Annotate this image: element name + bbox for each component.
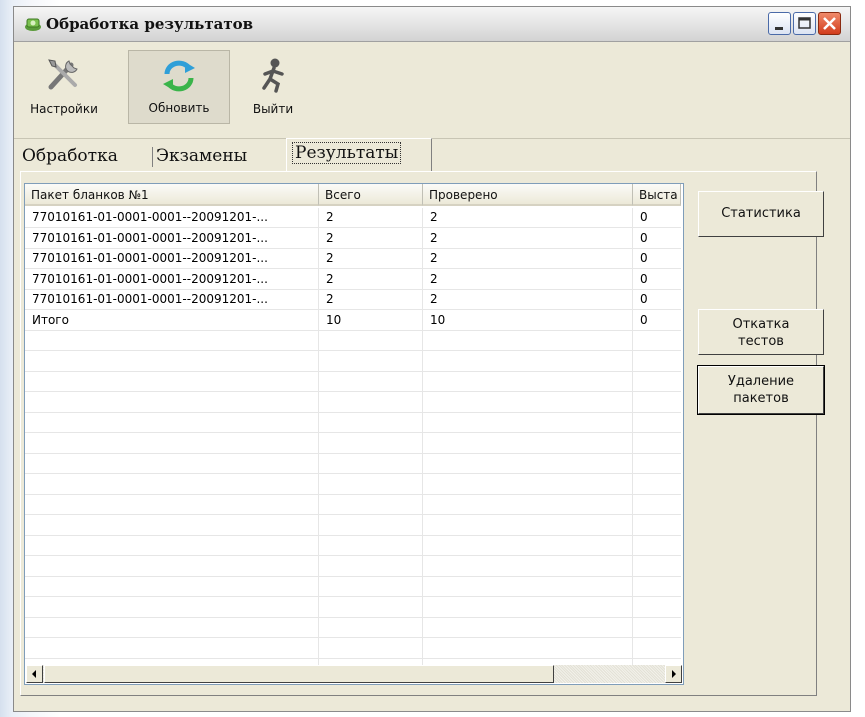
tab-exams[interactable]: Экзамены: [156, 143, 286, 171]
table-cell: 77010161-01-0001-0001--20091201-...: [32, 251, 268, 265]
column-header-checked[interactable]: Проверено: [423, 184, 633, 206]
arrow-left-icon: [32, 670, 36, 678]
table-cell: 0: [640, 210, 648, 224]
table-cell: 2: [430, 210, 438, 224]
scroll-left-button[interactable]: [26, 665, 43, 683]
table-cell: 2: [326, 251, 334, 265]
empty-table-row[interactable]: [25, 331, 681, 351]
empty-table-row[interactable]: [25, 618, 681, 638]
empty-table-row[interactable]: [25, 352, 681, 372]
column-header-package[interactable]: Пакет бланков №1: [25, 184, 319, 206]
scrollbar-thumb[interactable]: [44, 665, 554, 683]
table-cell: 77010161-01-0001-0001--20091201-...: [32, 271, 268, 286]
empty-table-row[interactable]: [25, 495, 681, 515]
tools-icon: [48, 59, 78, 90]
exit-button[interactable]: Выйти: [238, 50, 308, 124]
empty-table-row[interactable]: [25, 434, 681, 454]
statistics-button[interactable]: Статистика: [698, 191, 824, 237]
settings-button[interactable]: Настройки: [18, 50, 110, 124]
refresh-label: Обновить: [148, 101, 210, 115]
table-cell: 0: [640, 230, 648, 245]
table-cell: 2: [326, 271, 334, 286]
table-cell: 2: [430, 292, 438, 306]
minimize-icon: [775, 27, 783, 30]
empty-table-row[interactable]: [25, 454, 681, 474]
table-cell: 2: [326, 292, 334, 306]
empty-table-row[interactable]: [25, 516, 681, 536]
exit-label: Выйти: [252, 102, 294, 116]
maximize-button[interactable]: [793, 12, 816, 35]
table-cell: 77010161-01-0001-0001--20091201-...: [32, 230, 268, 245]
table-cell: 10: [326, 312, 342, 327]
table-row[interactable]: 77010161-01-0001-0001--20091201-... 2 2 0: [25, 290, 681, 310]
horizontal-scrollbar[interactable]: [26, 665, 682, 683]
table-cell: 77010161-01-0001-0001--20091201-...: [32, 292, 268, 306]
minimize-button[interactable]: [768, 12, 791, 35]
tab-results[interactable]: Результаты: [286, 138, 432, 171]
empty-table-row[interactable]: [25, 372, 681, 392]
settings-label: Настройки: [30, 102, 98, 116]
table-cell: 10: [430, 312, 446, 327]
table-row[interactable]: 77010161-01-0001-0001--20091201-... 2 2 0: [25, 270, 681, 290]
empty-table-row[interactable]: [25, 557, 681, 577]
empty-table-row[interactable]: [25, 393, 681, 413]
scroll-right-button[interactable]: [665, 665, 682, 683]
running-man-icon: [262, 58, 284, 93]
table-row[interactable]: 77010161-01-0001-0001--20091201-... 2 2 0: [25, 249, 681, 269]
table-cell: 0: [640, 312, 648, 327]
arrow-right-icon: [672, 670, 676, 678]
tab-results-label: Результаты: [292, 142, 402, 164]
column-header-total[interactable]: Всего: [319, 184, 423, 206]
close-icon: [823, 17, 836, 30]
close-button[interactable]: [818, 12, 841, 35]
table-row[interactable]: 77010161-01-0001-0001--20091201-... 2 2 0: [25, 208, 681, 228]
results-table[interactable]: Пакет бланков №1 Всего Проверено Выста 7…: [24, 183, 684, 685]
empty-table-row[interactable]: [25, 413, 681, 433]
table-cell: 0: [640, 292, 648, 306]
window-title: Обработка результатов: [46, 15, 254, 33]
table-cell: 2: [430, 271, 438, 286]
app-icon: [25, 18, 41, 31]
table-row[interactable]: Итого 10 10 0: [25, 311, 681, 331]
empty-table-row[interactable]: [25, 536, 681, 556]
tab-processing[interactable]: Обработка: [22, 143, 152, 171]
title-bar[interactable]: Обработка результатов: [14, 7, 850, 42]
toolbar: Настройки Обновить Выйти: [14, 42, 850, 139]
table-cell: 2: [326, 230, 334, 245]
delete-packages-button[interactable]: Удаление пакетов: [697, 365, 825, 415]
refresh-button[interactable]: Обновить: [128, 50, 230, 124]
empty-table-row[interactable]: [25, 577, 681, 597]
table-header: Пакет бланков №1 Всего Проверено Выста: [25, 184, 681, 208]
table-cell: 2: [430, 251, 438, 265]
column-header-issued[interactable]: Выста: [633, 184, 681, 206]
table-cell: 2: [430, 230, 438, 245]
table-cell: 0: [640, 251, 648, 265]
table-cell: 2: [326, 210, 334, 224]
empty-table-row[interactable]: [25, 639, 681, 659]
tab-separator: [152, 147, 153, 167]
table-cell: 0: [640, 271, 648, 286]
table-cell: Итого: [32, 312, 69, 327]
empty-table-row[interactable]: [25, 475, 681, 495]
refresh-icon: [163, 60, 195, 92]
table-row[interactable]: 77010161-01-0001-0001--20091201-... 2 2 0: [25, 229, 681, 249]
table-cell: 77010161-01-0001-0001--20091201-...: [32, 210, 268, 224]
empty-table-row[interactable]: [25, 598, 681, 618]
rollback-tests-button[interactable]: Откатка тестов: [698, 309, 824, 355]
maximize-icon: [798, 17, 811, 29]
